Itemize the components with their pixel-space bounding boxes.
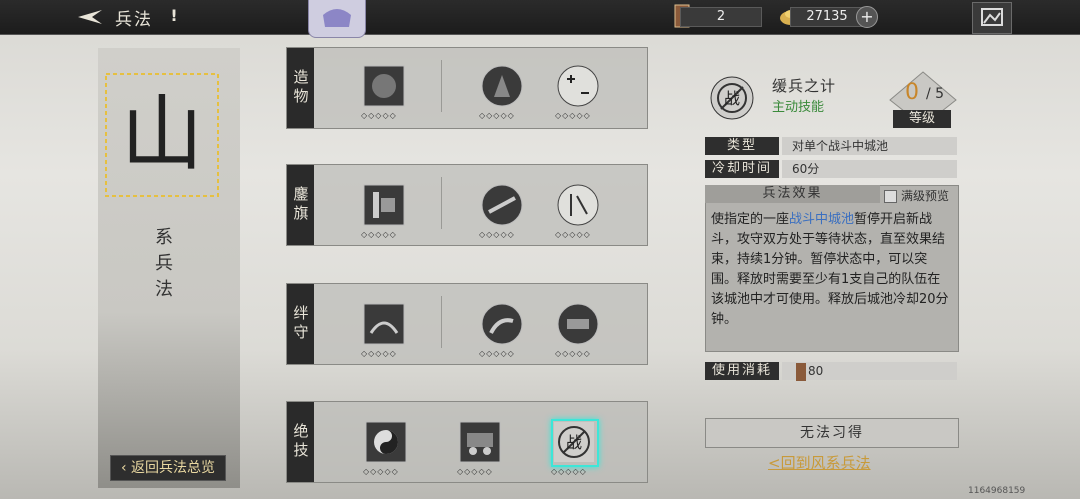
cooldown-label: 冷却时间	[705, 160, 779, 178]
skill-name: 缓兵之计	[772, 77, 837, 95]
divider	[441, 60, 442, 112]
scroll-icon	[557, 184, 599, 226]
level-label: 等级	[893, 110, 951, 128]
preview-checkbox[interactable]	[884, 190, 897, 203]
warrior-icon	[481, 65, 523, 107]
skill-row: 绊守 ◇◇◇◇◇ ◇◇◇◇◇ ◇◇◇◇◇	[286, 283, 648, 365]
rank-dots: ◇◇◇◇◇	[361, 230, 397, 239]
cost-label: 使用消耗	[705, 362, 779, 380]
row-label: 绊守	[287, 284, 314, 364]
type-label: 类型	[705, 137, 779, 155]
rank-dots: ◇◇◇◇◇	[551, 467, 587, 476]
info-icon[interactable]: !	[164, 6, 184, 26]
rank-dots: ◇◇◇◇◇	[555, 230, 591, 239]
skill-slot[interactable]: ◇◇◇◇◇	[479, 301, 525, 363]
skill-slot-selected[interactable]: 战 ◇◇◇◇◇	[551, 419, 599, 481]
skill-slot[interactable]: ◇◇◇◇◇	[479, 182, 525, 244]
divider	[441, 177, 442, 229]
skill-slot[interactable]: ◇◇◇◇◇	[555, 301, 601, 363]
back-to-overview-label: 返回兵法总览	[131, 460, 216, 476]
rank-dots: ◇◇◇◇◇	[457, 467, 493, 476]
skill-row: 鏖旗 ◇◇◇◇◇ ◇◇◇◇◇ ◇◇◇◇◇	[286, 164, 648, 246]
effect-text-start: 使指定的一座	[711, 212, 790, 227]
page-title: 兵法	[115, 10, 153, 30]
school-name: 系兵法	[155, 227, 173, 300]
horse-icon	[481, 303, 523, 345]
max-level-preview-toggle[interactable]: 满级预览	[884, 187, 949, 204]
type-value: 对单个战斗中城池	[782, 137, 957, 155]
skill-kind: 主动技能	[772, 100, 825, 115]
rank-dots: ◇◇◇◇◇	[479, 230, 515, 239]
school-glyph-text: 山	[121, 87, 203, 182]
svg-text:战: 战	[724, 89, 740, 108]
cost-value: 80	[808, 364, 824, 378]
rank-dots: ◇◇◇◇◇	[479, 111, 515, 120]
chariot-icon	[459, 421, 501, 463]
divider	[441, 296, 442, 348]
skill-row: 绝技 ◇◇◇◇◇ ◇◇◇◇◇ 战 ◇◇◇◇◇	[286, 401, 648, 483]
no-battle-icon: 战	[710, 76, 754, 120]
skill-slot[interactable]: ◇◇◇◇◇	[363, 419, 409, 481]
skill-slot[interactable]: ◇◇◇◇◇	[361, 301, 407, 363]
effect-keyword: 战斗中城池	[789, 212, 855, 227]
add-gold-button[interactable]: +	[856, 6, 878, 28]
skill-row: 造物 ◇◇◇◇◇ ◇◇◇◇◇ ◇◇◇◇◇	[286, 47, 648, 129]
skill-icon	[363, 65, 405, 107]
selection-frame	[551, 419, 599, 467]
effect-text-rest: 暂停开启新战斗，攻守双方处于等待状态，直至效果结束，持续1分钟。暂停状态中，可以…	[711, 212, 949, 327]
school-glyph: 山	[102, 70, 222, 200]
skill-slot[interactable]: ◇◇◇◇◇	[555, 182, 601, 244]
banner-icon	[363, 184, 405, 226]
skill-slot[interactable]: ◇◇◇◇◇	[457, 419, 503, 481]
rank-dots: ◇◇◇◇◇	[479, 349, 515, 358]
level-max: / 5	[926, 86, 945, 102]
rank-dots: ◇◇◇◇◇	[555, 111, 591, 120]
top-bar	[0, 0, 1080, 35]
rank-dots: ◇◇◇◇◇	[555, 349, 591, 358]
token-card-icon	[796, 363, 806, 381]
row-label: 造物	[287, 48, 314, 128]
level-current: 0	[905, 80, 919, 105]
effect-header: 兵法效果	[705, 185, 880, 203]
charge-icon	[481, 184, 523, 226]
rank-dots: ◇◇◇◇◇	[363, 467, 399, 476]
learn-button[interactable]: 无法习得	[705, 418, 959, 448]
cooldown-value: 60分	[782, 160, 957, 178]
row-label: 鏖旗	[287, 165, 314, 245]
skill-slot[interactable]: ◇◇◇◇◇	[479, 63, 525, 125]
gold-count: 27135	[790, 7, 864, 27]
skill-slot[interactable]: ◇◇◇◇◇	[555, 63, 601, 125]
token-count: 2	[680, 7, 762, 27]
return-to-school-link[interactable]: <回到风系兵法	[768, 452, 871, 473]
map-icon[interactable]	[972, 2, 1012, 34]
back-arrow-icon[interactable]	[72, 5, 106, 29]
user-id: 1164968159	[968, 486, 1026, 496]
rank-dots: ◇◇◇◇◇	[361, 349, 397, 358]
preview-label: 满级预览	[901, 189, 950, 203]
back-to-overview-button[interactable]: ‹ 返回兵法总览	[110, 455, 226, 481]
row-label: 绝技	[287, 402, 314, 482]
rider-icon	[363, 303, 405, 345]
cannon-icon	[557, 303, 599, 345]
rank-dots: ◇◇◇◇◇	[361, 111, 397, 120]
skill-slot[interactable]: ◇◇◇◇◇	[361, 182, 407, 244]
plus-minus-icon	[557, 65, 599, 107]
effect-description: 使指定的一座战斗中城池暂停开启新战斗，攻守双方处于等待状态，直至效果结束，持续1…	[711, 210, 953, 330]
bagua-icon	[365, 421, 407, 463]
gamepad-emblem-icon[interactable]	[308, 0, 366, 38]
skill-slot[interactable]: ◇◇◇◇◇	[361, 63, 407, 125]
